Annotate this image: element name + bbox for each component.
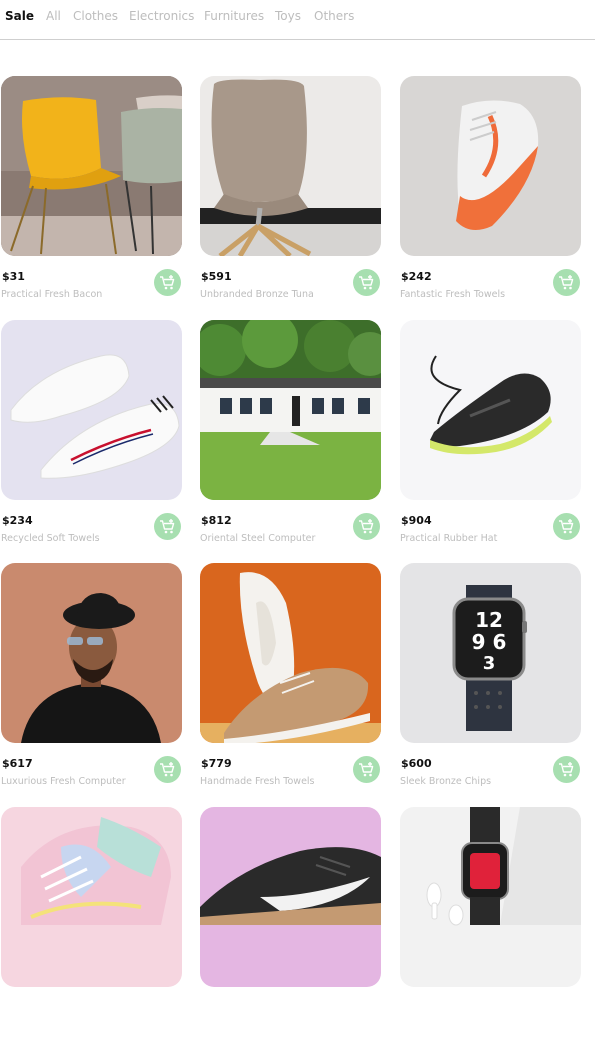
product-name: Fantastic Fresh Towels	[400, 289, 506, 300]
product-name: Oriental Steel Computer	[200, 533, 316, 544]
product-card: $812 Oriental Steel Computer	[200, 320, 381, 550]
product-name: Sleek Bronze Chips	[400, 776, 492, 787]
product-image-smartwatch[interactable]: 12 9 6 3	[400, 563, 581, 743]
product-card: $242 Fantastic Fresh Towels	[400, 76, 581, 306]
add-to-cart-button[interactable]	[353, 513, 380, 540]
product-name: Unbranded Bronze Tuna	[200, 289, 314, 300]
add-to-cart-icon	[160, 519, 175, 534]
product-card: 12 9 6 3 $600 Sleek Bronze Chips	[400, 563, 581, 793]
add-to-cart-button[interactable]	[154, 513, 181, 540]
product-name: Luxurious Fresh Computer	[1, 776, 126, 787]
product-image-white-sneakers[interactable]	[1, 320, 182, 500]
watch-face-bottom: 3	[483, 653, 496, 674]
product-card	[200, 807, 381, 1037]
add-to-cart-icon	[559, 762, 574, 777]
watch-face-middle: 9 6	[472, 630, 507, 654]
product-image-orange-sneaker[interactable]	[400, 76, 581, 256]
product-price: $617	[2, 757, 33, 770]
tab-sale[interactable]: Sale	[5, 9, 34, 23]
product-price: $234	[2, 514, 33, 527]
product-card: $904 Practical Rubber Hat	[400, 320, 581, 550]
tab-all[interactable]: All	[46, 9, 61, 23]
add-to-cart-button[interactable]	[553, 269, 580, 296]
product-image-black-sneaker[interactable]	[400, 320, 581, 500]
tab-others[interactable]: Others	[314, 9, 354, 23]
product-price: $779	[201, 757, 232, 770]
tab-toys[interactable]: Toys	[275, 9, 301, 23]
product-price: $31	[2, 270, 25, 283]
tab-furnitures[interactable]: Furnitures	[204, 9, 264, 23]
add-to-cart-icon	[160, 762, 175, 777]
product-image-pastel-sneaker[interactable]	[1, 807, 182, 987]
product-name: Practical Fresh Bacon	[1, 289, 103, 300]
product-name: Recycled Soft Towels	[1, 533, 100, 544]
watch-face-hours: 12	[475, 608, 503, 632]
product-price: $600	[401, 757, 432, 770]
add-to-cart-button[interactable]	[553, 513, 580, 540]
product-price: $904	[401, 514, 432, 527]
product-image-yellow-chairs[interactable]	[1, 76, 182, 256]
product-name: Handmade Fresh Towels	[200, 776, 315, 787]
add-to-cart-icon	[359, 519, 374, 534]
product-price: $812	[201, 514, 232, 527]
product-card: $617 Luxurious Fresh Computer	[1, 563, 182, 793]
add-to-cart-icon	[559, 519, 574, 534]
add-to-cart-button[interactable]	[353, 756, 380, 783]
product-card	[1, 807, 182, 1037]
product-image-nike-sneaker[interactable]	[200, 807, 381, 987]
add-to-cart-button[interactable]	[154, 756, 181, 783]
product-name: Practical Rubber Hat	[400, 533, 498, 544]
product-card: $31 Practical Fresh Bacon	[1, 76, 182, 306]
product-card: $234 Recycled Soft Towels	[1, 320, 182, 550]
category-tabs: Sale All Clothes Electronics Furnitures …	[0, 0, 595, 40]
product-image-watch-airpods[interactable]	[400, 807, 581, 987]
tab-clothes[interactable]: Clothes	[73, 9, 118, 23]
add-to-cart-button[interactable]	[353, 269, 380, 296]
add-to-cart-button[interactable]	[553, 756, 580, 783]
product-image-white-house[interactable]	[200, 320, 381, 500]
product-image-man-in-hat[interactable]	[1, 563, 182, 743]
product-card: $591 Unbranded Bronze Tuna	[200, 76, 381, 306]
product-card	[400, 807, 581, 1037]
add-to-cart-icon	[359, 275, 374, 290]
add-to-cart-icon	[359, 762, 374, 777]
product-image-tan-sneakers[interactable]	[200, 563, 381, 743]
product-image-beige-chair[interactable]	[200, 76, 381, 256]
product-price: $591	[201, 270, 232, 283]
product-card: $779 Handmade Fresh Towels	[200, 563, 381, 793]
add-to-cart-button[interactable]	[154, 269, 181, 296]
product-price: $242	[401, 270, 432, 283]
add-to-cart-icon	[160, 275, 175, 290]
add-to-cart-icon	[559, 275, 574, 290]
tab-electronics[interactable]: Electronics	[129, 9, 194, 23]
